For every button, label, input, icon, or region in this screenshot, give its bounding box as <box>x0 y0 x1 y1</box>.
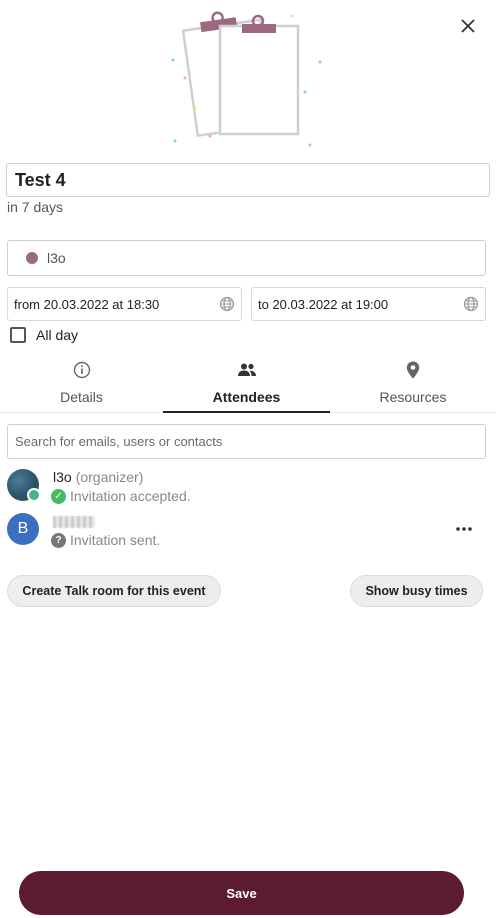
clipboard-illustration <box>171 11 322 147</box>
all-day-label: All day <box>36 327 79 343</box>
attendee-name: l3o <box>53 469 72 485</box>
start-date-field[interactable]: from 20.03.2022 at 18:30 <box>7 287 242 321</box>
tab-resources-label: Resources <box>379 389 447 405</box>
more-horizontal-icon <box>456 527 472 531</box>
event-title-input[interactable]: Test 4 <box>6 163 490 197</box>
tab-bar: Details Attendees Resources <box>0 355 496 413</box>
calendar-picker[interactable]: l3o <box>7 240 486 276</box>
end-date-text: to 20.03.2022 at 19:00 <box>258 296 389 312</box>
attendee-more-button[interactable] <box>451 517 477 541</box>
calendar-name: l3o <box>47 250 66 266</box>
attendee-name-redacted <box>53 516 95 528</box>
create-talk-room-button[interactable]: Create Talk room for this event <box>7 575 221 607</box>
attendee-search-input[interactable] <box>7 424 486 459</box>
save-button[interactable]: Save <box>19 871 464 915</box>
attendee-status: Invitation sent. <box>70 532 161 548</box>
relative-time-text: in 7 days <box>7 199 64 215</box>
avatar: B <box>7 513 39 545</box>
online-status-badge <box>27 488 41 502</box>
all-day-toggle[interactable]: All day <box>10 327 78 343</box>
globe-icon[interactable] <box>219 296 235 312</box>
check-icon: ✓ <box>51 488 66 504</box>
info-icon <box>73 361 90 379</box>
tab-resources[interactable]: Resources <box>330 355 496 413</box>
all-day-checkbox[interactable] <box>10 327 26 343</box>
tab-details-label: Details <box>60 389 103 405</box>
people-icon <box>237 363 256 376</box>
tab-attendees-label: Attendees <box>212 389 281 405</box>
location-pin-icon <box>406 361 420 379</box>
end-date-field[interactable]: to 20.03.2022 at 19:00 <box>251 287 486 321</box>
question-icon: ? <box>51 532 66 548</box>
attendee-row: l3o (organizer) ✓ Invitation accepted. <box>7 467 486 507</box>
show-busy-times-button[interactable]: Show busy times <box>350 575 483 607</box>
attendee-status: Invitation accepted. <box>70 488 191 504</box>
attendee-row: B ? Invitation sent. <box>7 511 486 551</box>
tab-details[interactable]: Details <box>0 355 163 413</box>
attendee-role: (organizer) <box>75 469 144 485</box>
close-button[interactable] <box>456 14 480 38</box>
calendar-color-dot <box>26 252 38 264</box>
tab-attendees[interactable]: Attendees <box>163 355 330 413</box>
start-date-text: from 20.03.2022 at 18:30 <box>14 296 160 312</box>
globe-icon[interactable] <box>463 296 479 312</box>
close-icon <box>461 19 475 33</box>
